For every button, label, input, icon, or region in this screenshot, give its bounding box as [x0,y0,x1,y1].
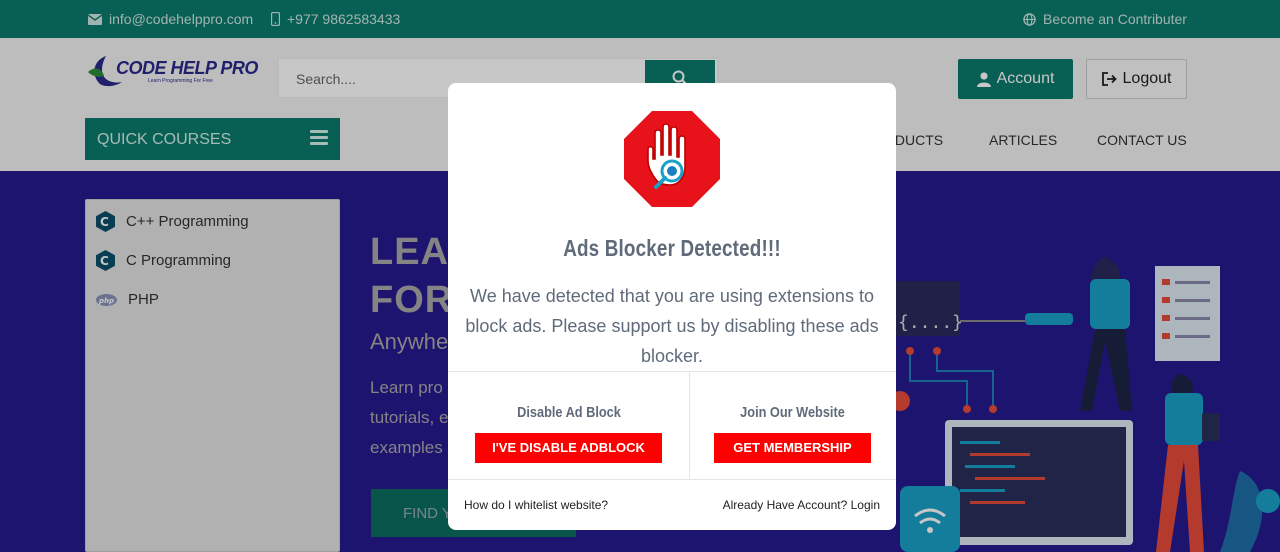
modal-message: We have detected that you are using exte… [465,286,879,366]
join-website-heading: Join Our Website [740,404,845,421]
modal-title: Ads Blocker Detected!!! [563,235,781,261]
disabled-adblock-button[interactable]: I'VE DISABLE ADBLOCK [475,433,662,463]
divider [448,371,896,372]
get-membership-button[interactable]: GET MEMBERSHIP [714,433,871,463]
disable-adblock-heading: Disable Ad Block [517,404,621,421]
divider [448,479,896,480]
divider [689,372,690,479]
login-link[interactable]: Already Have Account? Login [723,498,880,512]
whitelist-help-link[interactable]: How do I whitelist website? [464,498,608,512]
adblock-modal: Ads Blocker Detected!!! We have detected… [448,83,896,530]
stop-hand-icon [624,111,720,207]
